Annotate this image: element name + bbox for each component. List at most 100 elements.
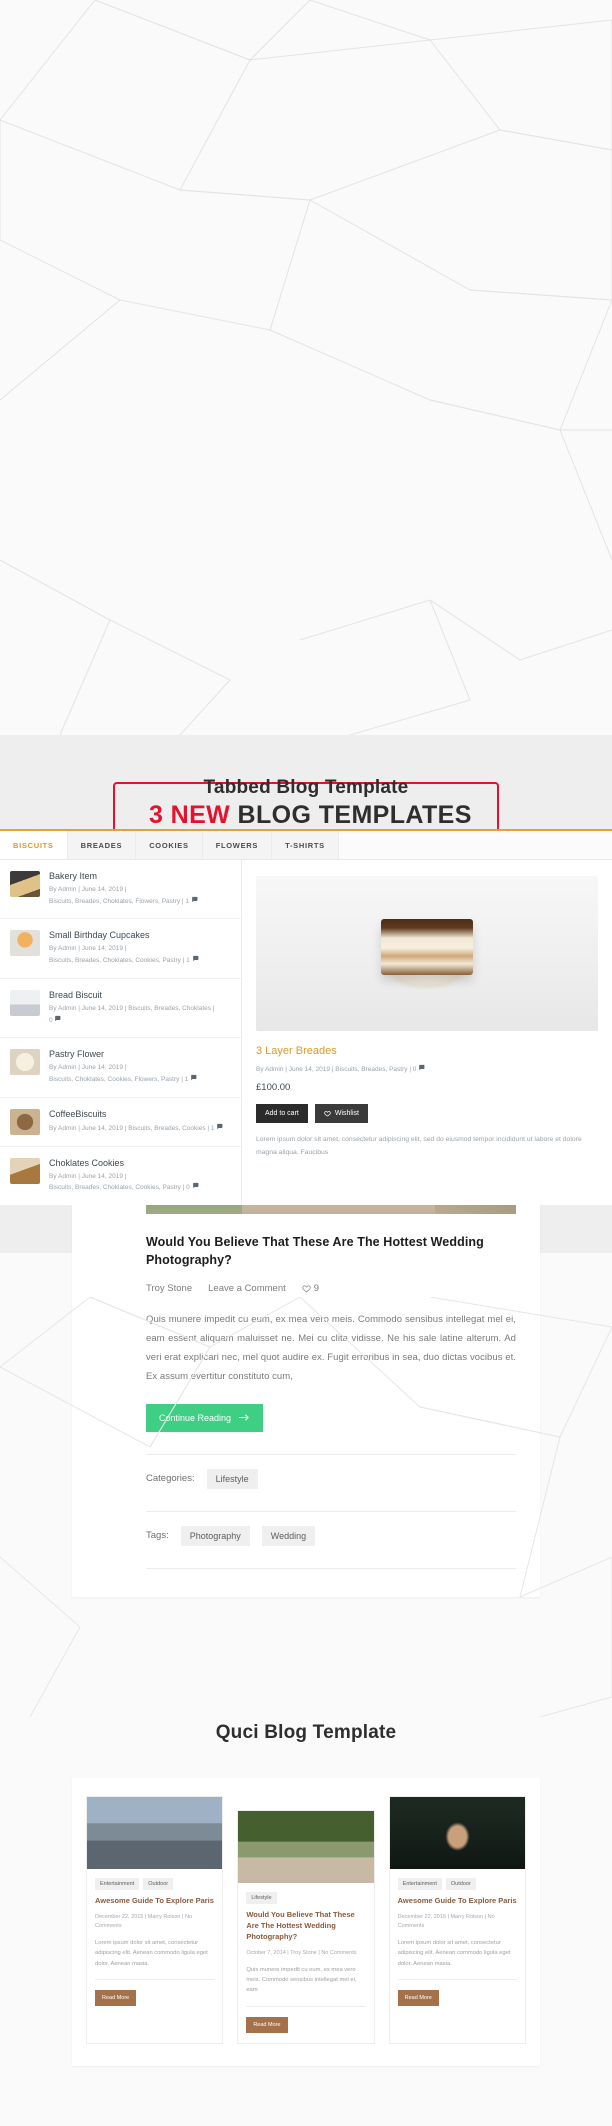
item-meta: By Admin | June 14, 2019 | Biscuits, Bre… <box>49 885 198 907</box>
product-meta: By Admin | June 14, 2019 | Biscuits, Bre… <box>256 1064 598 1073</box>
divider-3 <box>146 1567 516 1569</box>
item-meta-line1: By Admin | June 14, 2019 | <box>49 1172 127 1180</box>
continue-reading-button[interactable]: Continue Reading <box>146 1403 264 1432</box>
list-item[interactable]: Bread Biscuit By Admin | June 14, 2019 |… <box>0 979 241 1039</box>
tab-tshirts[interactable]: T-SHIRTS <box>272 831 339 859</box>
item-meta-line2: Biscuits, Breades, Choklates, Cookies, P… <box>49 1184 190 1192</box>
item-meta: By Admin | June 14, 2019 | Biscuits, Bre… <box>49 944 199 966</box>
list-item[interactable]: Small Birthday Cupcakes By Admin | June … <box>0 919 241 979</box>
card-image <box>87 1797 223 1870</box>
tabbed-section-title: Tabbed Blog Template <box>203 777 409 798</box>
item-name[interactable]: Choklates Cookies <box>49 1158 199 1168</box>
card-tags: Lifestyle <box>246 1892 365 1905</box>
card-divider <box>95 1978 215 1980</box>
quci-blog-card: Entertainment Outdoor Awesome Guide To E… <box>72 1778 540 2066</box>
item-meta-line1: By Admin | June 14, 2019 | <box>49 945 127 953</box>
card-divider <box>246 2005 366 2007</box>
tab-cookies[interactable]: COOKIES <box>136 831 203 859</box>
item-meta: By Admin | June 14, 2019 | Biscuits, Cho… <box>49 1063 197 1085</box>
tabbed-blog-card: BISCUITS BREADES COOKIES FLOWERS T-SHIRT… <box>0 829 612 1206</box>
card-divider <box>397 1978 517 1980</box>
card-tags: Entertainment Outdoor <box>95 1878 214 1891</box>
product-meta-text: By Admin | June 14, 2019 | Biscuits, Bre… <box>256 1066 417 1073</box>
hero-badge-text: 3 NEW BLOG TEMPLATES <box>149 801 471 830</box>
categories-row: Categories: Lifestyle <box>146 1455 516 1489</box>
card-meta: October 7, 2014 | Troy Stone | No Commen… <box>246 1949 357 1956</box>
category-chip[interactable]: Lifestyle <box>206 1468 258 1489</box>
quci-card-2[interactable]: Lifestyle Would You Believe That These A… <box>237 1810 375 2044</box>
tag-outdoor[interactable]: Outdoor <box>143 1878 174 1891</box>
list-item[interactable]: Bakery Item By Admin | June 14, 2019 | B… <box>0 860 241 920</box>
hero-section: 3 NEW BLOG TEMPLATES Pedal Blog Template… <box>0 0 612 1597</box>
tag-lifestyle[interactable]: Lifestyle <box>246 1892 277 1905</box>
comment-icon <box>192 896 198 902</box>
product-description: Lorem ipsum dolor sit amet, consectetur … <box>256 1136 582 1156</box>
heart-icon <box>302 1285 311 1292</box>
item-meta-line2: 0 <box>49 1016 53 1024</box>
add-to-cart-button[interactable]: Add to cart <box>256 1104 308 1123</box>
read-more-button[interactable]: Read More <box>95 1989 137 2006</box>
item-meta-line1: By Admin | June 14, 2019 | Biscuits, Bre… <box>49 1004 215 1012</box>
item-meta-line2: Biscuits, Breades, Choklates, Flowers, P… <box>49 897 190 905</box>
post-comment-link[interactable]: Leave a Comment <box>208 1283 286 1294</box>
comment-icon <box>419 1064 425 1071</box>
heart-outline-icon <box>324 1111 331 1117</box>
card-description: Lorem ipsum dolor sit amet, consectetur … <box>95 1939 208 1967</box>
item-name[interactable]: CoffeeBiscuits <box>49 1109 223 1119</box>
wishlist-button[interactable]: Wishlist <box>314 1104 368 1123</box>
comment-icon <box>55 1015 61 1021</box>
card-description: Lorem ipsum dolor sit amet, consectetur … <box>397 1939 511 1967</box>
card-description: Quis munere impedit cu eum, ex mea vero … <box>246 1966 357 1994</box>
tab-biscuits[interactable]: BISCUITS <box>0 831 68 859</box>
card-tags: Entertainment Outdoor <box>397 1878 517 1891</box>
tag-entertainment[interactable]: Entertainment <box>397 1878 442 1891</box>
post-excerpt: Quis munere impedit cu eum, ex mea vero … <box>146 1313 516 1382</box>
item-thumbnail <box>10 1157 40 1184</box>
tab-breades[interactable]: BREADES <box>67 831 137 859</box>
wishlist-label: Wishlist <box>334 1110 359 1117</box>
item-name[interactable]: Bakery Item <box>49 871 198 881</box>
tag-outdoor[interactable]: Outdoor <box>445 1878 476 1891</box>
item-meta-line1: By Admin | June 14, 2019 | <box>49 886 127 893</box>
list-item[interactable]: Pastry Flower By Admin | June 14, 2019 |… <box>0 1038 241 1098</box>
quci-card-1[interactable]: Entertainment Outdoor Awesome Guide To E… <box>86 1796 224 2044</box>
item-name[interactable]: Pastry Flower <box>49 1049 197 1059</box>
comment-icon <box>191 1074 197 1081</box>
tab-flowers[interactable]: FLOWERS <box>202 831 273 859</box>
comment-icon <box>192 956 199 962</box>
post-meta: Troy Stone Leave a Comment 9 <box>146 1283 516 1294</box>
tag-chip-photography[interactable]: Photography <box>180 1525 250 1546</box>
card-meta: December 22, 2015 | Marry Rolson | No Co… <box>397 1914 495 1929</box>
continue-reading-label: Continue Reading <box>159 1412 232 1423</box>
item-name[interactable]: Bread Biscuit <box>49 990 215 1000</box>
item-meta: By Admin | June 14, 2019 | Biscuits, Bre… <box>49 1123 223 1135</box>
card-meta: December 22, 2015 | Marry Rolson | No Co… <box>95 1914 193 1929</box>
tag-chip-wedding[interactable]: Wedding <box>261 1525 316 1546</box>
hero-badge-rest: BLOG TEMPLATES <box>230 801 472 829</box>
item-thumbnail <box>10 1108 40 1135</box>
quci-card-3[interactable]: Entertainment Outdoor Awesome Guide To E… <box>388 1796 526 2044</box>
card-title[interactable]: Would You Believe That These Are The Hot… <box>246 1910 365 1943</box>
post-title[interactable]: Would You Believe That These Are The Hot… <box>146 1234 516 1270</box>
tags-row: Tags: Photography Wedding <box>146 1512 516 1546</box>
item-thumbnail <box>10 989 40 1016</box>
item-name[interactable]: Small Birthday Cupcakes <box>49 930 199 940</box>
like-count-value: 9 <box>313 1282 320 1294</box>
post-like-count[interactable]: 9 <box>302 1283 319 1294</box>
post-author: Troy Stone <box>146 1282 193 1294</box>
tag-entertainment[interactable]: Entertainment <box>95 1878 140 1891</box>
product-price: £100.00 <box>256 1082 291 1093</box>
product-title[interactable]: 3 Layer Breades <box>256 1045 598 1057</box>
product-detail-panel: 3 Layer Breades By Admin | June 14, 2019… <box>242 860 612 1205</box>
item-thumbnail <box>10 930 40 957</box>
read-more-button[interactable]: Read More <box>246 2016 288 2033</box>
list-item[interactable]: Choklates Cookies By Admin | June 14, 20… <box>0 1147 241 1205</box>
read-more-button[interactable]: Read More <box>397 1989 439 2006</box>
item-thumbnail <box>10 1049 40 1076</box>
card-image <box>238 1811 374 1884</box>
item-meta: By Admin | June 14, 2019 | Biscuits, Bre… <box>49 1172 199 1194</box>
list-item[interactable]: CoffeeBiscuits By Admin | June 14, 2019 … <box>0 1098 241 1147</box>
item-meta: By Admin | June 14, 2019 | Biscuits, Bre… <box>49 1004 215 1026</box>
product-image <box>256 876 598 1031</box>
tab-bar: BISCUITS BREADES COOKIES FLOWERS T-SHIRT… <box>0 831 612 860</box>
